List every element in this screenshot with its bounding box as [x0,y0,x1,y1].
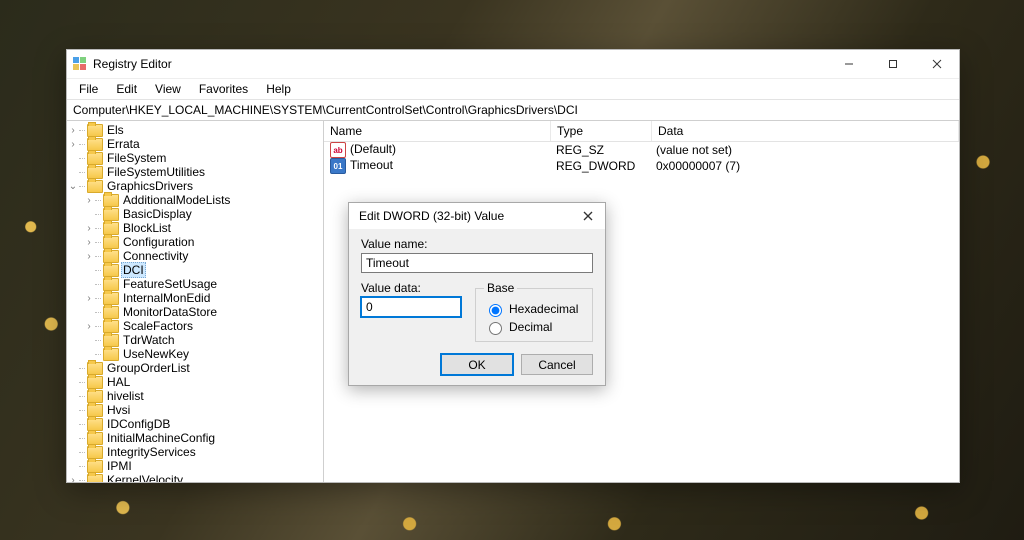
dialog-close-button[interactable] [577,205,599,227]
radio-dec-label: Decimal [509,320,552,334]
chevron-right-icon[interactable]: › [67,125,79,136]
dialog-title: Edit DWORD (32-bit) Value [359,209,504,223]
tree-item[interactable]: FileSystem [67,151,324,165]
tree-item-label: FeatureSetUsage [123,277,217,291]
tree-item[interactable]: hivelist [67,389,324,403]
tree-item-label: InitialMachineConfig [107,431,215,445]
value-data-label: Value data: [361,281,461,295]
value-type: REG_DWORD [550,159,650,173]
minimize-button[interactable] [827,50,871,78]
tree-item-label: UseNewKey [123,347,189,361]
chevron-right-icon[interactable]: › [83,293,95,304]
chevron-right-icon[interactable]: › [83,321,95,332]
value-type: REG_SZ [550,143,650,157]
base-legend: Base [484,281,517,295]
tree-item-label: AdditionalModeLists [123,193,230,207]
titlebar[interactable]: Registry Editor [67,50,959,79]
cancel-button[interactable]: Cancel [521,354,593,375]
radio-dec[interactable] [489,322,502,335]
chevron-right-icon[interactable]: › [67,475,79,483]
value-data: (value not set) [650,143,959,157]
tree-item-label: GroupOrderList [107,361,190,375]
tree-item[interactable]: GroupOrderList [67,361,324,375]
tree-item-label: Errata [107,137,140,151]
key-tree[interactable]: › Els › ErrataFileSystemFileSystemUtilities… [67,121,324,482]
tree-item-label: KernelVelocity [107,473,183,482]
value-name: (Default) [350,142,396,156]
list-header: Name Type Data [324,121,959,142]
tree-item[interactable]: UseNewKey [67,347,324,361]
tree-item-label: TdrWatch [123,333,175,347]
app-icon [73,57,87,71]
tree-item[interactable]: › Els [67,123,324,137]
menu-file[interactable]: File [71,80,106,98]
tree-item-label: HAL [107,375,130,389]
menubar: File Edit View Favorites Help [67,79,959,100]
ok-button[interactable]: OK [441,354,513,375]
close-button[interactable] [915,50,959,78]
col-name[interactable]: Name [324,121,551,141]
tree-item-label: DCI [121,262,146,278]
tree-item-label: BlockList [123,221,171,235]
col-data[interactable]: Data [652,121,959,141]
tree-item-label: InternalMonEdid [123,291,210,305]
edit-dword-dialog: Edit DWORD (32-bit) Value Value name: Va… [348,202,606,386]
folder-icon [87,474,103,483]
dialog-titlebar[interactable]: Edit DWORD (32-bit) Value [349,203,605,229]
chevron-right-icon[interactable]: › [83,223,95,234]
tree-item[interactable]: › KernelVelocity [67,473,324,482]
registry-editor-window: Registry Editor File Edit View Favorites… [66,49,960,483]
folder-icon [87,180,103,193]
window-title: Registry Editor [93,57,172,71]
radio-hex-label: Hexadecimal [509,302,578,316]
value-name-input[interactable] [361,253,593,273]
tree-item-label: Hvsi [107,403,130,417]
radio-hex[interactable] [489,304,502,317]
value-name: Timeout [350,158,393,172]
tree-item[interactable]: › Errata [67,137,324,151]
tree-item[interactable]: HAL [67,375,324,389]
string-value-icon: ab [330,142,346,158]
tree-item-label: MonitorDataStore [123,305,217,319]
menu-favorites[interactable]: Favorites [191,80,256,98]
tree-item[interactable]: IPMI [67,459,324,473]
tree-item-label: FileSystem [107,151,166,165]
tree-item[interactable]: IDConfigDB [67,417,324,431]
address-bar[interactable] [67,100,959,121]
tree-item-label: ScaleFactors [123,319,193,333]
binary-value-icon: 01 [330,158,346,174]
menu-view[interactable]: View [147,80,189,98]
menu-edit[interactable]: Edit [108,80,145,98]
chevron-right-icon[interactable]: › [67,139,79,150]
tree-item-label: Connectivity [123,249,188,263]
chevron-right-icon[interactable]: › [83,251,95,262]
menu-help[interactable]: Help [258,80,299,98]
tree-item-label: IDConfigDB [107,417,170,431]
maximize-button[interactable] [871,50,915,78]
value-name-label: Value name: [361,237,593,251]
tree-item-label: Els [107,123,124,137]
address-input[interactable] [71,102,955,118]
tree-item[interactable]: InitialMachineConfig [67,431,324,445]
value-data: 0x00000007 (7) [650,159,959,173]
chevron-right-icon[interactable]: › [83,237,95,248]
folder-icon [103,348,119,361]
tree-item-label: GraphicsDrivers [107,179,193,193]
tree-item[interactable]: FileSystemUtilities [67,165,324,179]
tree-item-label: IPMI [107,459,132,473]
tree-item[interactable]: IntegrityServices [67,445,324,459]
col-type[interactable]: Type [551,121,652,141]
tree-item-label: hivelist [107,389,144,403]
list-row[interactable]: ab (Default) REG_SZ(value not set) [324,142,959,158]
tree-item-label: IntegrityServices [107,445,196,459]
chevron-down-icon[interactable]: ⌄ [67,181,79,192]
tree-item[interactable]: Hvsi [67,403,324,417]
chevron-right-icon[interactable]: › [83,195,95,206]
value-data-input[interactable] [361,297,461,317]
list-row[interactable]: 01 Timeout REG_DWORD0x00000007 (7) [324,158,959,174]
tree-item-label: BasicDisplay [123,207,192,221]
tree-item-label: Configuration [123,235,194,249]
base-group: Base Hexadecimal Decimal [475,281,593,342]
tree-item-label: FileSystemUtilities [107,165,205,179]
